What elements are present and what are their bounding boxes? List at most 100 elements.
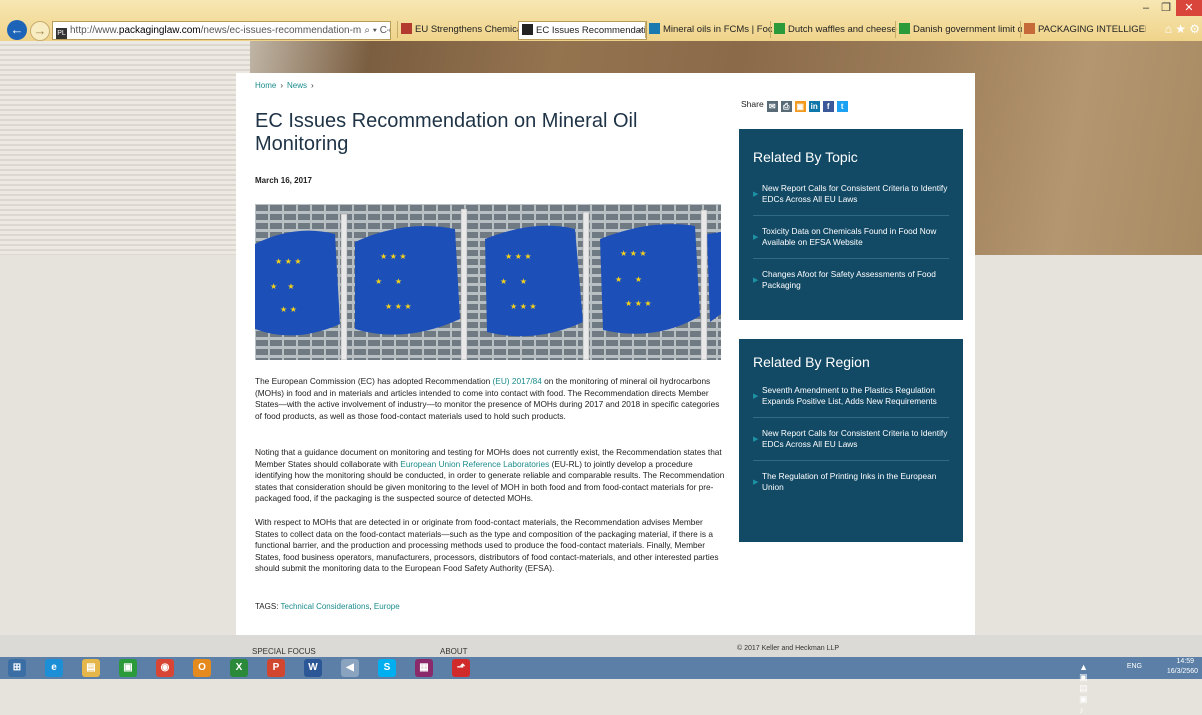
related-link[interactable]: ▶ New Report Calls for Consistent Criteri…: [753, 173, 949, 216]
facebook-share-icon[interactable]: f: [822, 101, 834, 112]
footer-special-focus[interactable]: SPECIAL FOCUS: [252, 647, 316, 656]
favorites-star-icon[interactable]: ★: [1175, 22, 1186, 36]
url-domain: packaginglaw.com: [118, 25, 201, 36]
print-share-icon[interactable]: ⎙: [780, 101, 792, 112]
svg-text:★ ★: ★ ★: [615, 275, 642, 284]
explorer-taskbar-icon[interactable]: ▤: [82, 659, 100, 677]
svg-text:★ ★: ★ ★: [270, 282, 295, 291]
clock-date[interactable]: 16/3/2560: [1167, 668, 1198, 675]
svg-text:★ ★ ★: ★ ★ ★: [625, 299, 652, 308]
triangle-arrow-icon: ▶: [753, 479, 759, 486]
svg-text:★ ★ ★: ★ ★ ★: [510, 302, 537, 311]
breadcrumb: Home › News ›: [255, 81, 318, 90]
acrobat-taskbar-icon[interactable]: ⬏: [452, 659, 470, 677]
article-paragraph-2: Noting that a guidance document on monit…: [255, 447, 725, 504]
linkedin-share-icon[interactable]: in: [808, 101, 820, 112]
breadcrumb-separator: ›: [311, 81, 314, 90]
footer-about[interactable]: ABOUT: [440, 647, 468, 656]
powerpoint-taskbar-icon[interactable]: P: [267, 659, 285, 677]
share-label: Share: [741, 99, 764, 109]
tab-favicon-icon: [522, 24, 533, 35]
browser-chrome: ← → PL http://www.packaginglaw.com/news/e…: [0, 0, 1202, 42]
eu-flags-illustration: ★ ★ ★ ★ ★ ★ ★ ★ ★ ★ ★ ★ ★ ★ ★ ★ ★ ★ ★ ★ ★ ★ ★ …: [255, 204, 721, 360]
breadcrumb-news[interactable]: News: [287, 81, 307, 90]
tab-label: Danish government limit on fl...: [913, 24, 1022, 35]
close-button[interactable]: ✕: [1176, 0, 1202, 16]
article-paragraph-3: With respect to MOHs that are detected i…: [255, 517, 719, 574]
tray-icons[interactable]: ▲ ▣ ▤ ▣ ♪: [1079, 662, 1088, 715]
share-bar: Share ✉ ⎙ ▣ in f t: [741, 99, 848, 112]
chrome-taskbar-icon[interactable]: ◉: [156, 659, 174, 677]
related-link[interactable]: ▶ New Report Calls for Consistent Criteri…: [753, 418, 949, 461]
ie-taskbar-icon[interactable]: e: [45, 659, 63, 677]
related-link-text: Changes Afoot for Safety Assessments of …: [762, 269, 936, 290]
tab-favicon-icon: [1024, 23, 1035, 34]
tag-europe[interactable]: Europe: [374, 602, 400, 611]
breadcrumb-home[interactable]: Home: [255, 81, 276, 90]
word-taskbar-icon[interactable]: W: [304, 659, 322, 677]
page-title: EC Issues Recommendation on Mineral Oil …: [255, 110, 638, 155]
tab-label: Dutch waffles and cheese bisc...: [788, 24, 897, 35]
eu-flags-image: ★ ★ ★ ★ ★ ★ ★ ★ ★ ★ ★ ★ ★ ★ ★ ★ ★ ★ ★ ★ ★ ★ ★ …: [255, 204, 721, 360]
browser-tab-5[interactable]: Danish government limit on fl...: [895, 21, 1022, 38]
related-link-text: New Report Calls for Consistent Criteria…: [762, 183, 948, 204]
triangle-arrow-icon: ▶: [753, 234, 759, 241]
newspaper-image: [0, 41, 250, 255]
related-link-text: Toxicity Data on Chemicals Found in Food…: [762, 226, 937, 247]
skype-taskbar-icon[interactable]: S: [378, 659, 396, 677]
related-link[interactable]: ▶ Toxicity Data on Chemicals Found in Foo…: [753, 216, 949, 259]
clock-time[interactable]: 14:59: [1176, 658, 1194, 665]
related-link[interactable]: ▶ Seventh Amendment to the Plastics Regul…: [753, 375, 949, 418]
eu-reference-labs-link[interactable]: European Union Reference Laboratories: [400, 459, 549, 469]
back-arrow-icon[interactable]: ←: [7, 20, 27, 40]
related-by-topic-box: Related By Topic ▶ New Report Calls for C…: [739, 129, 963, 320]
winrar-taskbar-icon[interactable]: ▦: [415, 659, 433, 677]
regulation-link[interactable]: (EU) 2017/84: [493, 376, 542, 386]
svg-text:★ ★: ★ ★: [500, 277, 527, 286]
forward-arrow-icon[interactable]: →: [30, 21, 50, 41]
browser-tab-6[interactable]: PACKAGING INTELLIGENCE U...: [1020, 21, 1146, 38]
related-link[interactable]: ▶ The Regulation of Printing Inks in the …: [753, 461, 949, 503]
start-taskbar-icon[interactable]: ⊞: [8, 659, 26, 677]
share-icons: ✉ ⎙ ▣ in f t: [764, 99, 848, 112]
media-taskbar-icon[interactable]: ◀: [341, 659, 359, 677]
browser-tab-2[interactable]: EC Issues Recommendation...×: [518, 21, 647, 40]
browser-tab-4[interactable]: Dutch waffles and cheese bisc...: [770, 21, 897, 38]
tab-favicon-icon: [649, 23, 660, 34]
related-link-text: Seventh Amendment to the Plastics Regula…: [762, 385, 937, 406]
settings-gear-icon[interactable]: ⚙: [1189, 22, 1200, 36]
browser-tab-3[interactable]: Mineral oils in FCMs | Food Pa...: [645, 21, 772, 38]
related-link[interactable]: ▶ Changes Afoot for Safety Assessments of…: [753, 259, 949, 301]
outlook-taskbar-icon[interactable]: O: [193, 659, 211, 677]
address-bar[interactable]: PL http://www.packaginglaw.com/news/ec-is…: [52, 21, 391, 40]
page-footer: SPECIAL FOCUS ABOUT © 2017 Keller and He…: [0, 635, 1202, 657]
svg-text:★ ★ ★: ★ ★ ★: [385, 302, 412, 311]
tab-favicon-icon: [774, 23, 785, 34]
triangle-arrow-icon: ▶: [753, 191, 759, 198]
content-card: Home › News › EC Issues Recommendation on M…: [236, 73, 975, 635]
email-share-icon[interactable]: ✉: [766, 101, 778, 112]
minimize-button[interactable]: –: [1136, 0, 1156, 16]
restore-button[interactable]: ❐: [1156, 0, 1176, 16]
store-taskbar-icon[interactable]: ▣: [119, 659, 137, 677]
svg-text:★ ★ ★: ★ ★ ★: [505, 252, 532, 261]
svg-text:★ ★ ★: ★ ★ ★: [380, 252, 407, 261]
excel-taskbar-icon[interactable]: X: [230, 659, 248, 677]
footer-copyright: © 2017 Keller and Heckman LLP: [737, 645, 840, 652]
svg-text:★ ★ ★: ★ ★ ★: [275, 257, 302, 266]
address-controls[interactable]: ⌕ ▾ C: [361, 22, 387, 39]
browser-tab-1[interactable]: EU Strengthens Chemical Safet...: [397, 21, 521, 38]
tags-label: TAGS:: [255, 602, 279, 611]
related-link-text: New Report Calls for Consistent Criteria…: [762, 428, 948, 449]
related-by-topic-list: ▶ New Report Calls for Consistent Criteri…: [739, 173, 963, 301]
language-indicator[interactable]: ENG: [1127, 663, 1142, 670]
tags-line: TAGS: Technical Considerations, Europe: [255, 602, 400, 611]
svg-text:★ ★ ★: ★ ★ ★: [620, 249, 647, 258]
home-icon[interactable]: ⌂: [1165, 22, 1172, 36]
tag-technical-considerations[interactable]: Technical Considerations: [281, 602, 370, 611]
twitter-share-icon[interactable]: t: [836, 101, 848, 112]
related-by-region-title: Related By Region: [753, 354, 870, 370]
feed-share-icon[interactable]: ▣: [794, 101, 806, 112]
svg-text:★ ★: ★ ★: [280, 305, 297, 314]
tab-close-icon[interactable]: ×: [637, 22, 643, 39]
